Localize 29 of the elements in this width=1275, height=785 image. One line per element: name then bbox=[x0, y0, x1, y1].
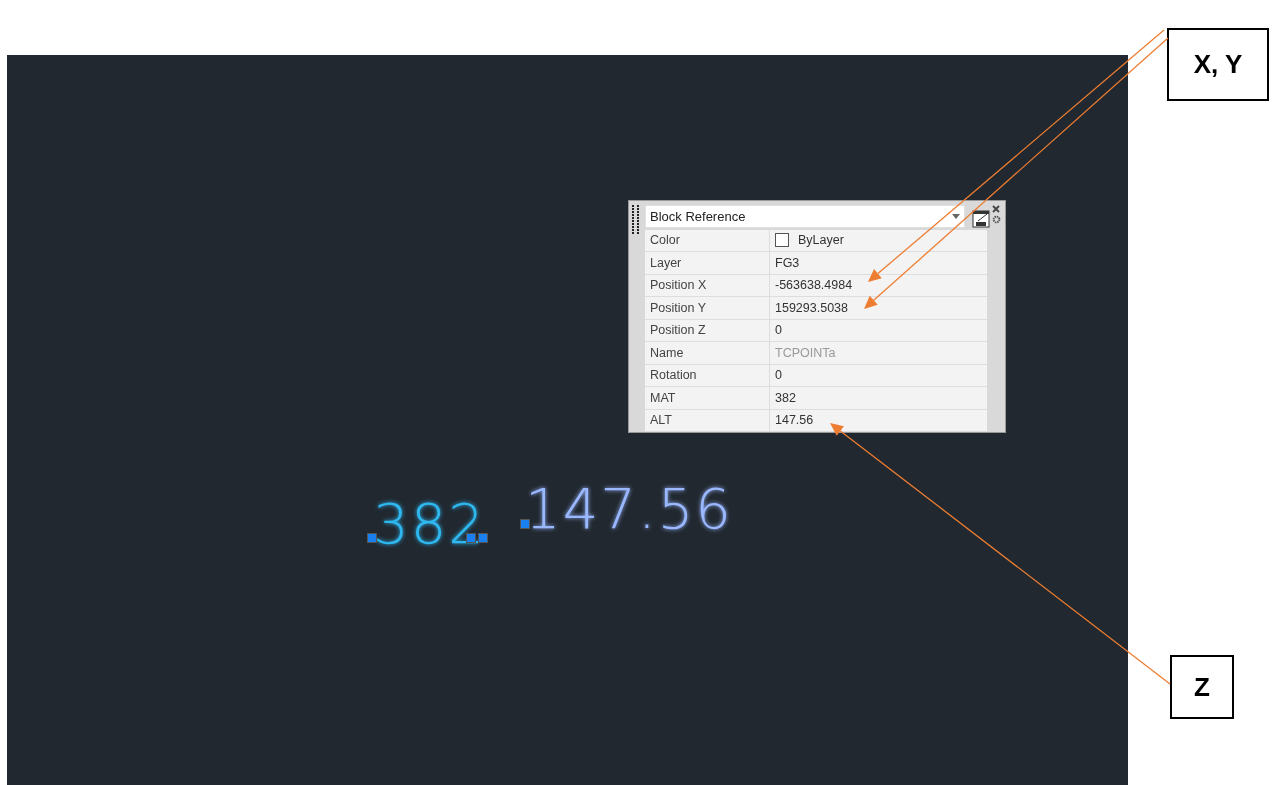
callout-label: X, Y bbox=[1167, 28, 1269, 101]
caret-icon bbox=[952, 213, 960, 219]
customize-icon[interactable] bbox=[972, 210, 990, 228]
property-value[interactable]: -563638.4984 bbox=[770, 274, 987, 296]
property-value[interactable]: 382 bbox=[770, 387, 987, 409]
grip-handle[interactable] bbox=[520, 519, 530, 529]
property-value[interactable]: 159293.5038 bbox=[770, 297, 987, 319]
drawing-text[interactable]: 382 bbox=[373, 496, 486, 552]
property-label: Position X bbox=[645, 274, 770, 296]
property-label: MAT bbox=[645, 387, 770, 409]
property-value[interactable]: ByLayer bbox=[798, 233, 844, 248]
property-value[interactable]: 147.56 bbox=[770, 409, 987, 431]
callout-label: Z bbox=[1170, 655, 1234, 719]
property-label: ALT bbox=[645, 409, 770, 431]
property-label: Position Y bbox=[645, 297, 770, 319]
property-label: Layer bbox=[645, 252, 770, 274]
drag-handle-icon[interactable] bbox=[632, 205, 640, 235]
close-icon[interactable] bbox=[992, 205, 1000, 213]
grip-handle[interactable] bbox=[367, 533, 377, 543]
property-label: Position Z bbox=[645, 319, 770, 341]
property-label: Rotation bbox=[645, 364, 770, 386]
color-swatch bbox=[775, 233, 789, 248]
property-label: Name bbox=[645, 342, 770, 364]
property-value[interactable]: 0 bbox=[770, 319, 987, 341]
drawing-text[interactable]: 147.56 bbox=[525, 481, 733, 537]
property-label: Color bbox=[645, 229, 770, 251]
settings-icon[interactable] bbox=[991, 215, 1001, 224]
property-value[interactable]: 0 bbox=[770, 364, 987, 386]
property-value[interactable]: FG3 bbox=[770, 252, 987, 274]
